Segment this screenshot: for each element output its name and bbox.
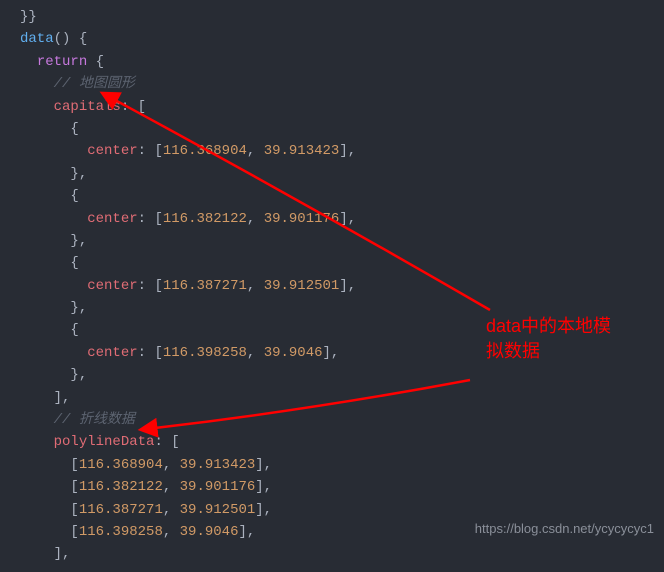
colon-bracket: : [ <box>121 99 146 115</box>
close-braces: }} <box>20 9 37 25</box>
return-kw: return <box>37 54 87 70</box>
prop-capitals: capitals <box>54 99 121 115</box>
num-lat: 39.913423 <box>264 143 340 159</box>
code-block: }} data() { return { // 地图圆形 capitals: [… <box>0 0 664 572</box>
prop-polyline: polylineData <box>54 434 155 450</box>
annotation-line2: 拟数据 <box>486 339 646 364</box>
fn-name: data <box>20 31 54 47</box>
annotation-text: data中的本地模 拟数据 <box>486 314 646 364</box>
comment-circle: // 地图圆形 <box>54 76 135 92</box>
comment-polyline: // 折线数据 <box>54 412 135 428</box>
annotation-line1: data中的本地模 <box>486 314 646 339</box>
ret-brace: { <box>87 54 104 70</box>
num-lon: 116.368904 <box>163 143 247 159</box>
prop-center: center <box>87 143 137 159</box>
watermark: https://blog.csdn.net/ycycycyc1 <box>475 519 654 540</box>
open-obj: { <box>70 121 78 137</box>
fn-paren: () { <box>54 31 88 47</box>
